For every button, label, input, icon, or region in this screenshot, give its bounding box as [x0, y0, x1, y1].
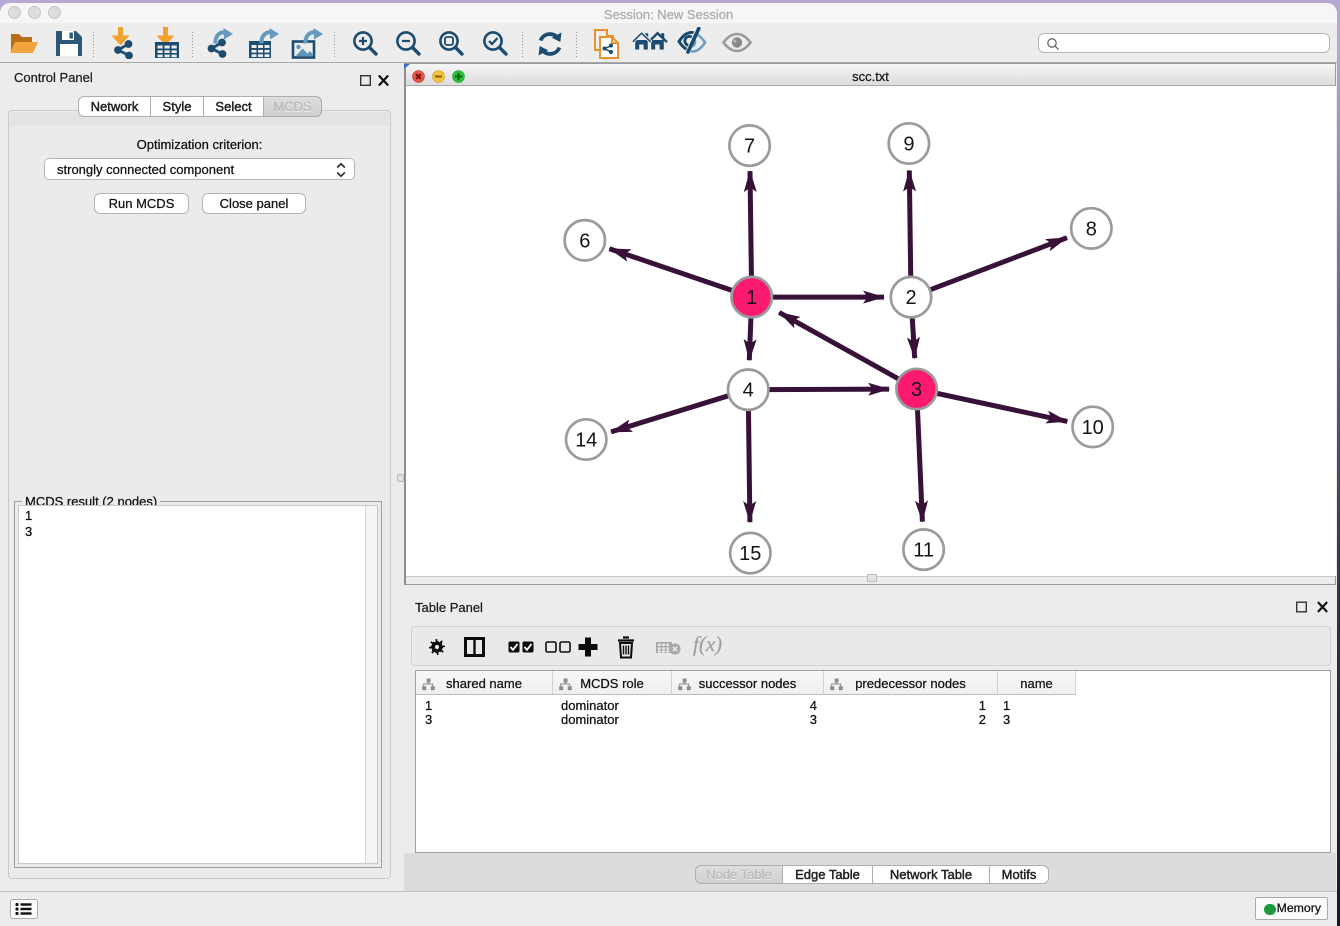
svg-text:14: 14: [575, 430, 597, 452]
svg-text:4: 4: [743, 380, 754, 402]
svg-text:9: 9: [903, 134, 914, 156]
svg-text:3: 3: [911, 379, 922, 401]
svg-text:10: 10: [1082, 417, 1104, 439]
svg-text:7: 7: [744, 136, 755, 158]
svg-text:6: 6: [579, 230, 590, 252]
svg-text:2: 2: [905, 287, 916, 309]
svg-text:15: 15: [739, 543, 761, 565]
svg-text:8: 8: [1086, 218, 1097, 240]
svg-text:11: 11: [913, 540, 934, 562]
svg-text:1: 1: [746, 287, 757, 309]
